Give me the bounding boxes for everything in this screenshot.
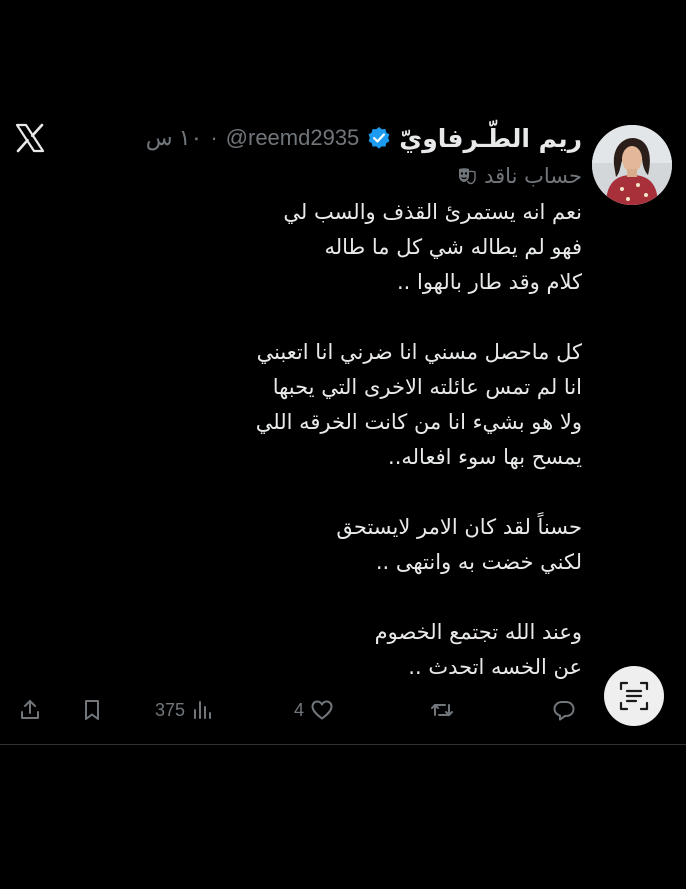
tweet-line: فهو لم يطاله شي كل ما طاله <box>324 235 582 259</box>
share-button[interactable] <box>18 690 42 730</box>
tweet-line: نعم انه يستمرئ القذف والسب لي <box>283 200 582 224</box>
retweet-button[interactable] <box>430 690 454 730</box>
retweet-icon <box>431 704 453 716</box>
text-scan-icon <box>619 681 649 711</box>
tweet-timestamp[interactable]: ١٠ س <box>146 125 203 151</box>
author-display-name[interactable]: ريم الطّـرفاويّ <box>399 124 582 153</box>
share-icon <box>21 700 39 719</box>
tweet-line: ولا هو بشيء انا من كانت الخرقه اللي <box>255 410 582 434</box>
account-label-text: حساب ناقد <box>484 164 582 188</box>
tweet-line: وعند الله تجتمع الخصوم <box>374 620 582 644</box>
views-button[interactable]: 375 <box>155 690 215 730</box>
account-label: حساب ناقد <box>456 160 582 192</box>
tweet-line: عن الخسه اتحدث .. <box>408 655 582 679</box>
theater-masks-icon <box>459 168 476 185</box>
tweet-line: كل ماحصل مسني انا ضرني انا اتعبني <box>256 340 582 364</box>
x-logo-icon[interactable] <box>14 122 46 154</box>
tweet-header: ريم الطّـرفاويّ @reemd2935 · ١٠ س <box>122 120 582 156</box>
avatar[interactable] <box>592 125 672 205</box>
tweet-line: لكني خضت به وانتهى .. <box>375 550 582 574</box>
separator-dot: · <box>210 125 218 150</box>
tweet-divider <box>0 744 686 745</box>
tweet-text: نعم انه يستمرئ القذف والسب لي فهو لم يطا… <box>162 195 582 685</box>
tweet-line: انا لم تمس عائلته الاخرى التي يحبها <box>272 375 582 399</box>
author-handle[interactable]: @reemd2935 <box>226 125 360 151</box>
heart-icon <box>311 700 333 720</box>
tweet-line: كلام وقد طار بالهوا .. <box>396 270 582 294</box>
like-button[interactable]: 4 <box>294 690 334 730</box>
tweet-line: يمسح بها سوء افعاله.. <box>388 445 582 469</box>
views-icon <box>194 701 212 719</box>
reply-icon <box>553 701 575 721</box>
bookmark-button[interactable] <box>80 690 104 730</box>
views-count: 375 <box>155 699 186 720</box>
likes-count: 4 <box>294 699 305 720</box>
verified-badge-icon <box>368 127 390 149</box>
bookmark-icon <box>85 700 99 720</box>
text-scan-button[interactable] <box>604 666 664 726</box>
tweet-line: حسناً لقد كان الامر لايستحق <box>336 515 582 539</box>
tweet-action-bar: 375 4 <box>0 690 686 730</box>
reply-button[interactable] <box>552 690 576 730</box>
